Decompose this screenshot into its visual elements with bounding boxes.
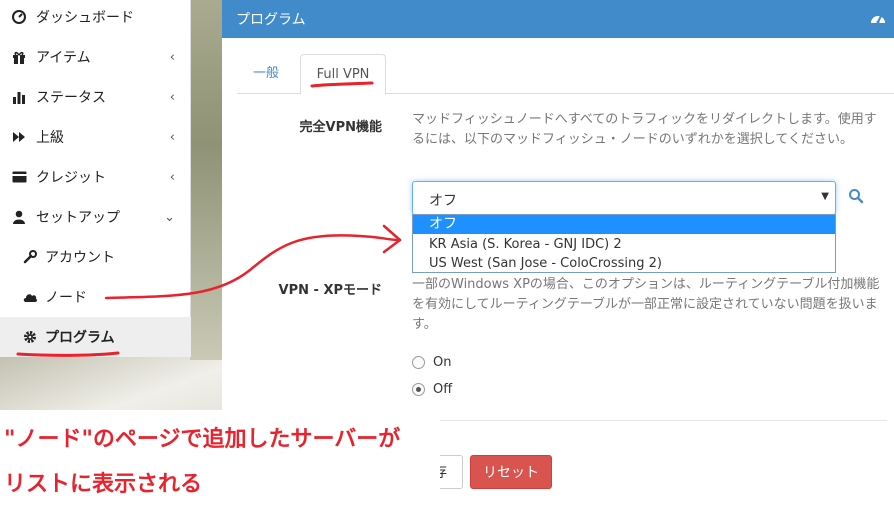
credit-card-icon: [11, 169, 27, 185]
full-vpn-label: 完全VPN機能: [299, 120, 382, 135]
search-icon[interactable]: [848, 188, 866, 206]
sidebar-item-status[interactable]: ステータス ‹: [0, 77, 191, 117]
xp-mode-off-radio[interactable]: Off: [412, 382, 452, 397]
gift-icon: [11, 49, 27, 65]
dashboard-icon: [11, 9, 27, 25]
sidebar-item-label: 上級: [36, 130, 64, 146]
xp-mode-on-radio[interactable]: On: [412, 355, 451, 370]
page-title: プログラム: [236, 12, 306, 28]
sidebar-item-label: クレジット: [36, 170, 106, 186]
sidebar: ダッシュボード アイテム ‹ ステータス ‹ 上級 ‹ クレジット ‹ セットア…: [0, 0, 191, 357]
sidebar-item-account[interactable]: アカウント: [0, 237, 191, 277]
sidebar-item-label: ノード: [45, 290, 87, 306]
tab-bar: 一般 Full VPN: [237, 54, 894, 95]
sidebar-item-advanced[interactable]: 上級 ‹: [0, 117, 191, 157]
tab-general[interactable]: 一般: [237, 54, 295, 94]
dropdown-option[interactable]: オフ: [413, 215, 835, 234]
sidebar-item-items[interactable]: アイテム ‹: [0, 37, 191, 77]
caret-down-icon: ▼: [821, 191, 829, 202]
annotation-line-1: "ノード"のページで追加したサーバーが: [4, 427, 401, 452]
cloud-icon: [22, 289, 38, 305]
user-icon: [11, 209, 27, 225]
sidebar-item-label: ステータス: [36, 90, 106, 106]
chevron-left-icon: ‹: [169, 49, 175, 65]
sidebar-item-node[interactable]: ノード: [0, 277, 191, 317]
fast-forward-icon: [11, 129, 27, 145]
node-select-dropdown: オフ KR Asia (S. Korea - GNJ IDC) 2 US Wes…: [412, 214, 836, 273]
sidebar-item-label: セットアップ: [36, 210, 120, 226]
sidebar-item-dashboard[interactable]: ダッシュボード: [0, 0, 191, 37]
chevron-left-icon: ‹: [169, 89, 175, 105]
sidebar-item-label: アイテム: [36, 50, 91, 66]
dashboard-gauge-icon[interactable]: [870, 11, 886, 25]
tab-full-vpn[interactable]: Full VPN: [300, 54, 386, 95]
bar-chart-icon: [11, 89, 27, 105]
radio-circle: [412, 383, 425, 396]
background-photo-strip: [190, 0, 222, 360]
panel-header: プログラム: [222, 0, 894, 38]
xp-mode-help: 一部のWindows XPの場合、このオプションは、ルーティングテーブル付加機能…: [412, 277, 880, 332]
chevron-left-icon: ‹: [169, 169, 175, 185]
sidebar-item-label: プログラム: [45, 330, 115, 346]
sidebar-item-label: アカウント: [45, 250, 115, 266]
annotation-line-2: リストに表示される: [4, 472, 203, 497]
dropdown-option[interactable]: US West (San Jose - ColoCrossing 2): [413, 254, 835, 273]
xp-mode-label: VPN - XPモード: [278, 283, 382, 298]
sidebar-item-program[interactable]: プログラム: [0, 317, 191, 357]
reset-button[interactable]: リセット: [470, 455, 552, 489]
full-vpn-help: マッドフィッシュノードへすべてのトラフィックをリダイレクトします。使用するには、…: [412, 112, 877, 147]
gear-icon: [22, 329, 38, 345]
node-select[interactable]: オフ ▼: [412, 181, 836, 215]
sidebar-item-label: ダッシュボード: [36, 10, 134, 26]
radio-label: Off: [433, 382, 453, 397]
node-select-value: オフ: [429, 193, 457, 209]
sidebar-item-setup[interactable]: セットアップ ⌄: [0, 197, 191, 237]
sidebar-item-credit[interactable]: クレジット ‹: [0, 157, 191, 197]
radio-circle: [412, 356, 425, 369]
chevron-left-icon: ‹: [169, 129, 175, 145]
radio-label: On: [433, 355, 452, 370]
dropdown-option[interactable]: KR Asia (S. Korea - GNJ IDC) 2: [413, 235, 835, 254]
chevron-down-icon: ⌄: [164, 209, 175, 225]
wrench-icon: [22, 249, 38, 265]
